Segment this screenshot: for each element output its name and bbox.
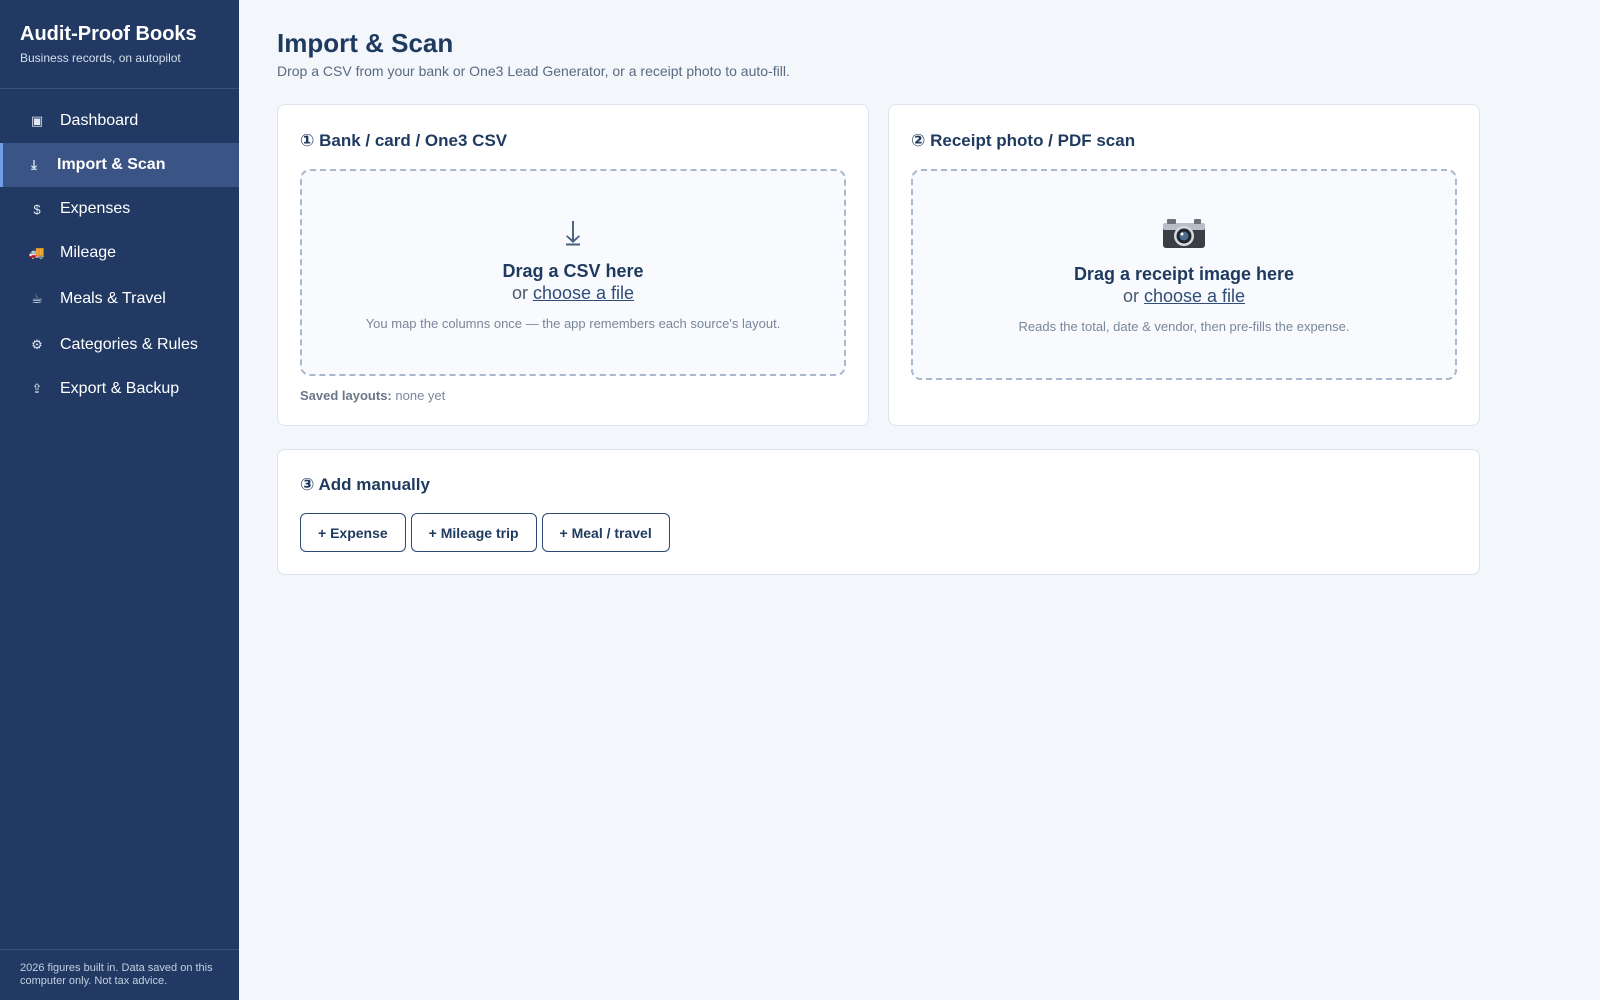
dollar-icon: $ <box>33 201 41 217</box>
saved-layouts-value: none yet <box>395 388 446 403</box>
manual-card-title: ③ Add manually <box>300 475 430 494</box>
sidebar-item-import-scan[interactable]: ⤓ Import & Scan <box>0 143 239 187</box>
or-text: or <box>1122 285 1139 306</box>
import-cards-row: ① Bank / card / One3 CSV ⤓ Drag a CSV he… <box>277 104 1600 426</box>
camera-icon <box>1163 218 1205 248</box>
download-arrow-icon: ⤓ <box>565 213 581 252</box>
sidebar-item-export-backup[interactable]: ⇪ Export & Backup <box>0 367 239 411</box>
sidebar-item-meals-travel[interactable]: ☕ Meals & Travel <box>0 277 239 321</box>
sidebar-item-label: Expenses <box>60 200 131 217</box>
receipt-drop-zone[interactable]: Drag a receipt image here or choose a fi… <box>911 169 1457 380</box>
page-title: Import & Scan <box>277 28 454 58</box>
app-window: Audit-Proof Books Business records, on a… <box>0 0 1600 1000</box>
brand: Audit-Proof Books Business records, on a… <box>0 0 239 89</box>
sidebar-item-label: Mileage <box>60 244 117 261</box>
manual-buttons: + Expense + Mileage trip + Meal / travel <box>300 513 1457 552</box>
csv-drop-heading: Drag a CSV here <box>502 260 644 281</box>
main-content: Import & Scan Drop a CSV from your bank … <box>239 0 1600 1000</box>
or-text: or <box>511 282 528 303</box>
add-manually-card: ③ Add manually + Expense + Mileage trip … <box>277 449 1480 575</box>
add-expense-button[interactable]: + Expense <box>300 513 406 552</box>
sidebar-item-label: Export & Backup <box>60 380 180 397</box>
receipt-drop-heading: Drag a receipt image here <box>1073 263 1295 284</box>
sidebar-footer: 2026 figures built in. Data saved on thi… <box>0 949 239 1000</box>
add-mileage-trip-button[interactable]: + Mileage trip <box>410 513 537 552</box>
truck-icon: 🚚 <box>28 245 46 260</box>
sidebar-item-mileage[interactable]: 🚚 Mileage <box>0 231 239 275</box>
sidebar-item-label: Meals & Travel <box>60 290 166 307</box>
page-subtitle: Drop a CSV from your bank or One3 Lead G… <box>277 63 790 79</box>
saved-layouts-label: Saved layouts: <box>300 388 392 403</box>
csv-drop-or: or choose a file <box>512 283 634 304</box>
csv-drop-zone[interactable]: ⤓ Drag a CSV here or choose a file You m… <box>300 169 846 376</box>
csv-drop-hint: You map the columns once — the app remem… <box>365 315 781 331</box>
coffee-icon: ☕ <box>31 291 43 306</box>
csv-card-title: ① Bank / card / One3 CSV <box>300 131 508 150</box>
receipt-choose-file-link[interactable]: choose a file <box>1144 286 1245 306</box>
sidebar-item-categories-rules[interactable]: ⚙ Categories & Rules <box>0 323 239 367</box>
sidebar-item-expenses[interactable]: $ Expenses <box>0 187 239 231</box>
sidebar-item-label: Import & Scan <box>57 156 166 173</box>
sidebar-item-label: Dashboard <box>60 112 139 129</box>
brand-title: Audit-Proof Books <box>20 23 197 45</box>
dashboard-icon: ▣ <box>30 113 44 128</box>
receipt-drop-hint: Reads the total, date & vendor, then pre… <box>1018 318 1350 334</box>
receipt-scan-card: ② Receipt photo / PDF scan Drag a receip… <box>888 104 1480 426</box>
download-icon: ⤓ <box>31 157 37 172</box>
sidebar: Audit-Proof Books Business records, on a… <box>0 0 239 1000</box>
gear-icon: ⚙ <box>31 337 43 352</box>
receipt-card-title: ② Receipt photo / PDF scan <box>911 131 1136 150</box>
sidebar-nav: ▣ Dashboard ⤓ Import & Scan $ Expenses 🚚… <box>0 89 239 411</box>
upload-icon: ⇪ <box>31 381 43 396</box>
csv-import-card: ① Bank / card / One3 CSV ⤓ Drag a CSV he… <box>277 104 869 426</box>
sidebar-item-label: Categories & Rules <box>60 336 198 353</box>
add-meal-travel-button[interactable]: + Meal / travel <box>541 513 670 552</box>
csv-choose-file-link[interactable]: choose a file <box>533 283 634 303</box>
sidebar-item-dashboard[interactable]: ▣ Dashboard <box>0 99 239 143</box>
receipt-drop-or: or choose a file <box>1123 286 1245 307</box>
saved-layouts: Saved layouts: none yet <box>300 388 846 403</box>
brand-subtitle: Business records, on autopilot <box>20 51 181 65</box>
